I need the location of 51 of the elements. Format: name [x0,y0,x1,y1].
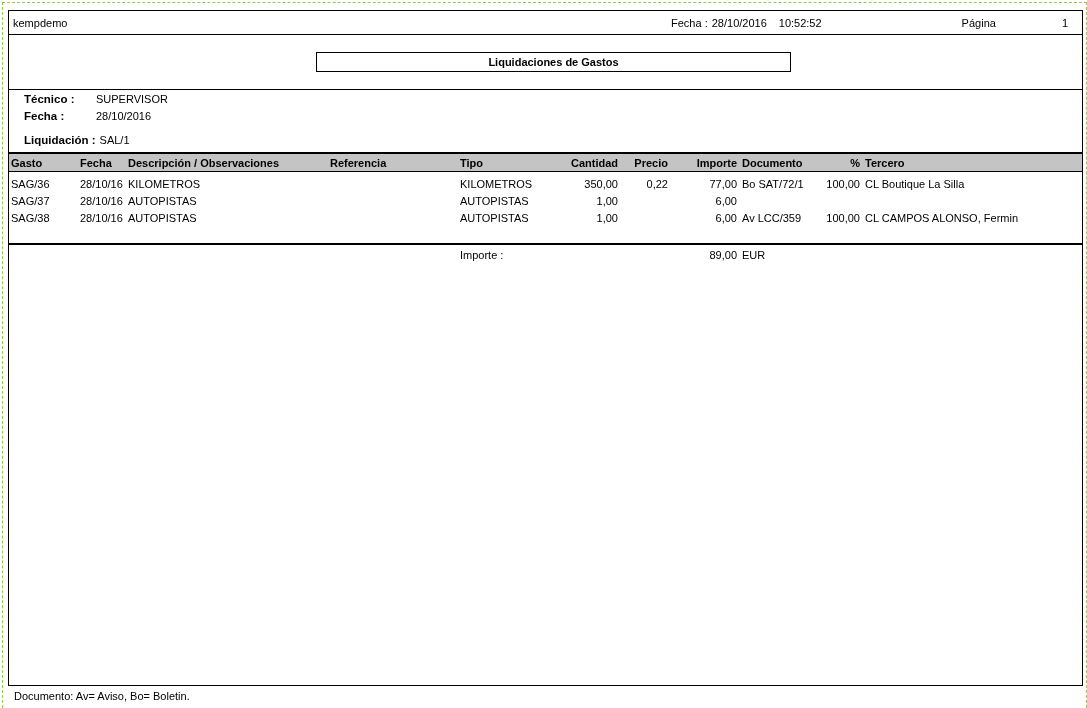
table-cell-text: AUTOPISTAS [460,194,530,207]
column-header: Importe [695,156,738,169]
info-value: SAL/1 [99,134,130,146]
info-label: Fecha : [24,110,66,122]
column-header: Descripción / Observaciones [128,156,280,169]
report-title: Liquidaciones de Gastos [316,52,791,72]
company-name: kempdemo [13,16,68,29]
table-cell-text: 1,00 [595,211,619,224]
date-label: Fecha : [671,16,708,29]
table-cell-text: CL Boutique La Silla [864,177,966,190]
column-header: Tercero [864,156,906,169]
column-header: Precio [633,156,669,169]
print-time: 10:52:52 [778,16,822,29]
total-amount: 89,00 [708,249,738,261]
info-label: Liquidación : [24,134,97,146]
footnote: Documento: Av= Aviso, Bo= Boletin. [13,689,191,702]
page-label: Página [961,16,996,29]
table-cell-text: 28/10/16 [80,194,124,207]
column-header: % [849,156,861,169]
column-header: Referencia [330,156,388,169]
table-cell-text: 100,00 [825,211,861,224]
table-cell-text: 0,22 [645,177,669,190]
table-cell-text: CL CAMPOS ALONSO, Fermin [864,211,1020,224]
table-cell-text: 28/10/16 [80,211,124,224]
table-cell-text: SAG/37 [11,194,51,207]
column-header: Fecha [80,156,113,169]
column-header: Documento [741,156,800,169]
column-header: Cantidad [569,156,619,169]
table-cell-text: 1,00 [595,194,619,207]
column-header: Gasto [11,156,44,169]
table-cell-text: 6,00 [714,194,738,207]
table-cell-text: SAG/36 [11,177,51,190]
table-cell-text: 6,00 [714,211,738,224]
table-cell-text: KILOMETROS [460,177,534,190]
table-cell-text: KILOMETROS [128,177,202,190]
page-number: 1 [1061,16,1068,29]
table-cell-text: 77,00 [708,177,738,190]
table-cell-text: AUTOPISTAS [460,211,530,224]
info-value: 28/10/2016 [96,110,152,122]
table-cell-text: Av LCC/359 [741,211,800,224]
info-value: SUPERVISOR [96,93,168,105]
table-cell-text: AUTOPISTAS [128,211,198,224]
total-currency: EUR [741,249,767,261]
column-header: Tipo [460,156,484,169]
table-cell-text: 28/10/16 [80,177,124,190]
print-date: 28/10/2016 [711,16,767,29]
table-cell-text: AUTOPISTAS [128,194,198,207]
table-cell-text: SAG/38 [11,211,51,224]
total-label: Importe : [460,249,505,261]
table-cell-text: 350,00 [583,177,619,190]
info-label: Técnico : [24,93,76,105]
